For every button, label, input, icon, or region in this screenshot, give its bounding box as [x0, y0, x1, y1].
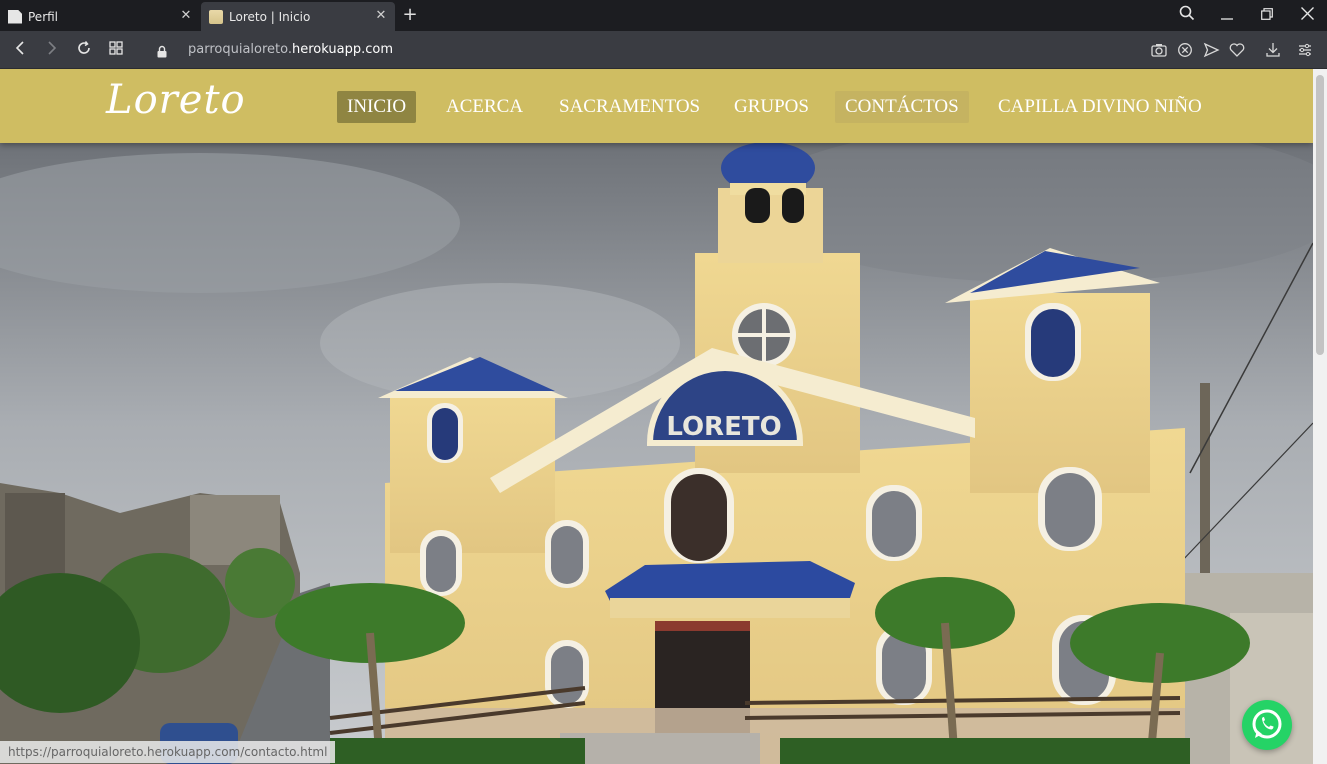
web-page: Loreto INICIO ACERCA SACRAMENTOS GRUPOS … [0, 69, 1313, 764]
close-window-icon[interactable] [1296, 5, 1318, 25]
nav-capilla-divino-nino[interactable]: CAPILLA DIVINO NIÑO [988, 91, 1212, 123]
site-navbar: Loreto INICIO ACERCA SACRAMENTOS GRUPOS … [0, 69, 1313, 143]
site-logo[interactable]: Loreto [106, 77, 246, 123]
url-host: herokuapp.com [292, 42, 393, 57]
status-bar-link: https://parroquialoreto.herokuapp.com/co… [0, 741, 336, 763]
restore-icon[interactable] [1256, 5, 1278, 25]
back-icon[interactable] [10, 40, 30, 60]
nav-grupos[interactable]: GRUPOS [724, 91, 819, 123]
reload-icon[interactable] [74, 40, 94, 60]
scrollbar-thumb[interactable] [1316, 75, 1324, 355]
snapshot-icon[interactable] [1150, 41, 1168, 59]
favicon-icon [209, 9, 223, 24]
tab-loreto[interactable]: Loreto | Inicio ✕ [201, 2, 395, 31]
nav-inicio[interactable]: INICIO [337, 91, 417, 123]
new-tab-icon[interactable]: + [400, 5, 420, 25]
address-bar: parroquialoreto.herokuapp.com [0, 31, 1327, 69]
ad-block-icon[interactable] [1176, 41, 1194, 59]
download-icon[interactable] [1264, 41, 1282, 59]
tab-title: Perfil [28, 9, 59, 24]
document-icon [8, 9, 22, 24]
minimize-icon[interactable] [1216, 5, 1238, 25]
hero-church-image: LORETO [0, 143, 1313, 764]
tab-perfil[interactable]: Perfil ✕ [0, 2, 200, 31]
church-sign-text: LORETO [666, 412, 781, 442]
nav-contactos[interactable]: CONTÁCTOS [835, 91, 969, 123]
page-scrollbar[interactable] [1313, 69, 1327, 764]
heart-icon[interactable] [1228, 41, 1246, 59]
speed-dial-icon[interactable] [106, 40, 126, 60]
close-icon[interactable]: ✕ [178, 8, 194, 24]
whatsapp-icon [1252, 709, 1282, 739]
search-icon[interactable] [1176, 5, 1198, 25]
tab-title: Loreto | Inicio [229, 9, 311, 24]
close-icon[interactable]: ✕ [373, 8, 389, 24]
url-prefix: parroquialoreto. [188, 42, 292, 57]
nav-acerca[interactable]: ACERCA [436, 91, 533, 123]
forward-icon[interactable] [42, 40, 62, 60]
send-icon[interactable] [1202, 41, 1220, 59]
whatsapp-button[interactable] [1242, 700, 1292, 750]
lock-icon[interactable] [157, 43, 167, 58]
nav-sacramentos[interactable]: SACRAMENTOS [549, 91, 710, 123]
url-field[interactable]: parroquialoreto.herokuapp.com [188, 42, 393, 57]
settings-icon[interactable] [1296, 41, 1314, 59]
tab-strip: Perfil ✕ Loreto | Inicio ✕ + [0, 0, 1327, 31]
